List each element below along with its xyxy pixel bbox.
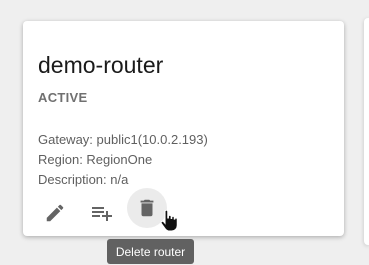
delete-tooltip: Delete router [107, 239, 194, 264]
adjacent-card-edge [364, 18, 369, 245]
gateway-info: Gateway: public1(10.0.2.193) [38, 132, 208, 147]
description-info: Description: n/a [38, 172, 129, 187]
edit-button[interactable] [35, 193, 75, 233]
router-card: demo-router ACTIVE Gateway: public1(10.0… [23, 21, 344, 236]
trash-icon [140, 199, 154, 217]
status-badge: ACTIVE [38, 90, 88, 105]
manage-rules-button[interactable] [82, 193, 122, 233]
pencil-icon [46, 204, 64, 222]
playlist-add-icon [92, 207, 112, 221]
router-name: demo-router [38, 52, 164, 78]
region-info: Region: RegionOne [38, 152, 153, 167]
hand-cursor-icon [160, 210, 178, 232]
